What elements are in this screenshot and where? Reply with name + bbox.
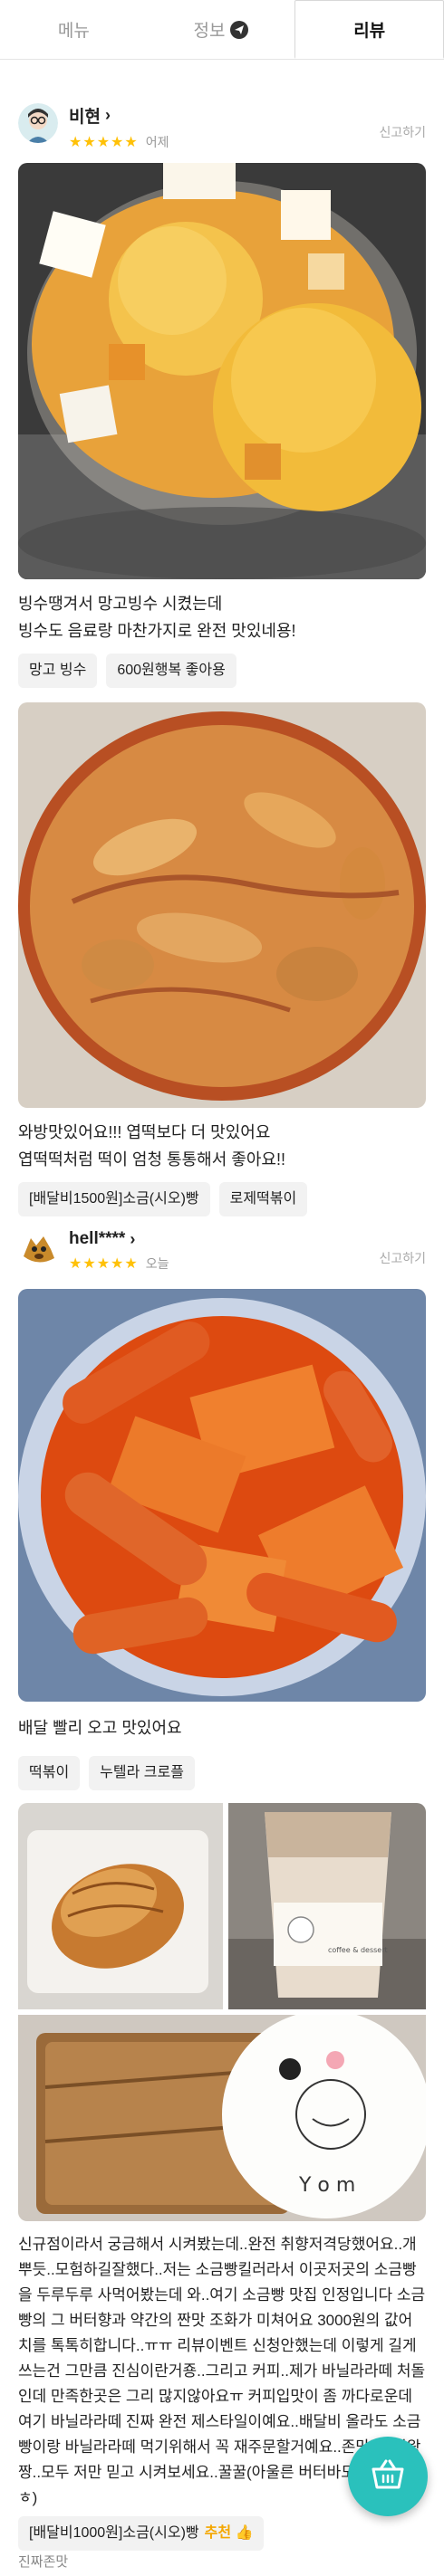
tab-menu[interactable]: 메뉴 xyxy=(0,0,148,59)
menu-tag[interactable]: 로제떡볶이 xyxy=(218,1182,308,1216)
tab-info-label: 정보 xyxy=(193,22,226,41)
tab-review-label: 리뷰 xyxy=(353,21,386,41)
review-date: 오늘 xyxy=(145,1256,169,1271)
menu-tag-label: [배달비1000원]소금(시오)빵 xyxy=(29,2525,199,2541)
avatar[interactable] xyxy=(18,103,58,143)
recommend-badge: 추천 👍 xyxy=(204,2525,254,2541)
tab-menu-label: 메뉴 xyxy=(57,22,90,41)
tab-review[interactable]: 리뷰 xyxy=(294,0,444,59)
review-text: 빙수땡겨서 망고빙수 시켰는데 빙수도 음료랑 마찬가지로 완전 맛있네용! xyxy=(18,590,426,644)
review-text-content: 배달 빨리 오고 맛있어요 xyxy=(18,1719,182,1737)
review-photo-vanilla-latte[interactable]: coffee & dessert xyxy=(228,1803,426,2009)
cart-button[interactable] xyxy=(348,2437,428,2516)
menu-tag[interactable]: 누텔라 크로플 xyxy=(89,1756,195,1790)
report-link[interactable]: 신고하기 xyxy=(379,123,426,141)
star-rating: ★★★★★ xyxy=(69,135,139,150)
reviewer-name[interactable]: 비현 xyxy=(69,103,101,128)
menu-tag-row: 망고 빙수 600원행복 좋아용 xyxy=(18,654,426,688)
review-photo-butter-bar[interactable]: Y o m xyxy=(18,2015,426,2221)
report-link[interactable]: 신고하기 xyxy=(379,1249,426,1267)
tab-info[interactable]: 정보 xyxy=(148,0,295,59)
review-header: hell**** › ★★★★★ 오늘 신고하기 xyxy=(18,1229,426,1273)
menu-tag[interactable]: [배달비1500원]소금(시오)빵 xyxy=(18,1182,210,1216)
review-text: 와방맛있어요!!! 엽떡보다 더 맛있어요 엽떡떡처럼 떡이 엄청 통통해서 좋… xyxy=(18,1119,426,1173)
basket-icon xyxy=(370,2458,406,2495)
menu-tag-row: [배달비1500원]소금(시오)빵 로제떡볶이 xyxy=(18,1182,426,1216)
review-header: 비현 › ★★★★★ 어제 신고하기 xyxy=(18,103,426,151)
star-rating: ★★★★★ xyxy=(69,1256,139,1272)
cup-label: coffee & dessert xyxy=(328,1946,388,1954)
menu-tag[interactable]: 600원행복 좋아용 xyxy=(106,654,236,688)
review-text: 배달 빨리 오고 맛있어요 xyxy=(18,1714,426,1741)
chevron-right-icon[interactable]: › xyxy=(105,106,111,125)
review-photo-salt-bread[interactable] xyxy=(18,1803,223,2009)
footer-text: 진짜존맛 xyxy=(18,2554,69,2570)
menu-tag[interactable]: 망고 빙수 xyxy=(18,654,98,688)
tab-bar: 메뉴 정보 리뷰 xyxy=(0,0,444,60)
review-photo-tteokbokki[interactable] xyxy=(18,1289,426,1702)
menu-tag-row: 떡볶이 누텔라 크로플 xyxy=(18,1756,426,1790)
menu-tag-row: [배달비1000원]소금(시오)빵 추천 👍 xyxy=(18,2516,426,2551)
reviewer-name[interactable]: hell**** xyxy=(69,1229,125,1249)
review-text-content: 빙수땡겨서 망고빙수 시켰는데 빙수도 음료랑 마찬가지로 완전 맛있네용! xyxy=(18,595,296,640)
menu-tag[interactable]: 떡볶이 xyxy=(18,1756,81,1790)
menu-tag[interactable]: [배달비1000원]소금(시오)빵 추천 👍 xyxy=(18,2516,265,2551)
review-photo-rose-tteokbokki[interactable] xyxy=(18,702,426,1108)
review-photo-mango-bingsu[interactable] xyxy=(18,163,426,579)
review-text-content: 와방맛있어요!!! 엽떡보다 더 맛있어요 엽떡떡처럼 떡이 엄청 통통해서 좋… xyxy=(18,1123,285,1169)
review-date: 어제 xyxy=(145,135,169,149)
footer-tag-text: 진짜존맛 xyxy=(18,2552,426,2572)
paper-plane-icon xyxy=(230,20,249,39)
avatar[interactable] xyxy=(18,1229,58,1269)
cookie-bag-text: Y o m xyxy=(298,2174,355,2197)
chevron-right-icon[interactable]: › xyxy=(130,1230,135,1249)
